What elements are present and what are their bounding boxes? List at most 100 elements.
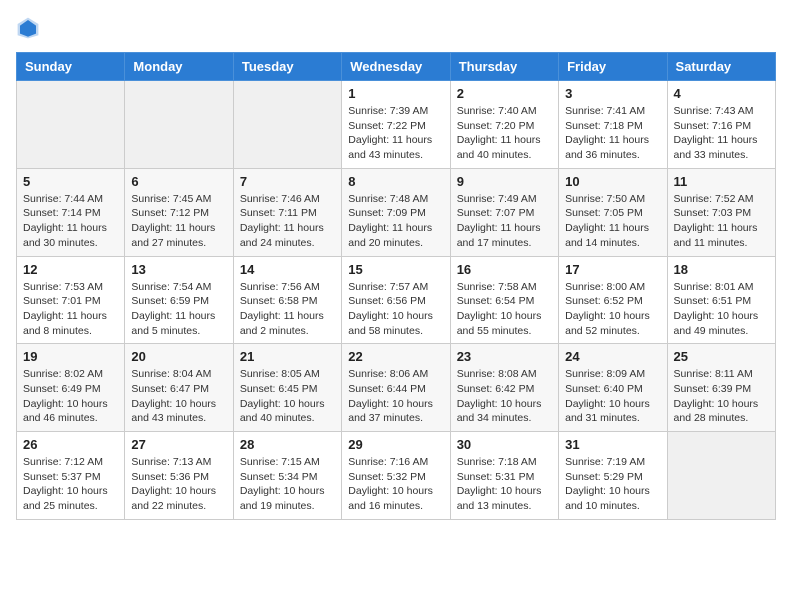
calendar-day-cell: 6 Sunrise: 7:45 AM Sunset: 7:12 PM Daylig… <box>125 168 233 256</box>
day-number: 24 <box>565 349 660 364</box>
calendar-week-row: 26 Sunrise: 7:12 AM Sunset: 5:37 PM Dayli… <box>17 432 776 520</box>
calendar-day-cell: 30 Sunrise: 7:18 AM Sunset: 5:31 PM Dayli… <box>450 432 558 520</box>
day-info: Sunrise: 7:41 AM Sunset: 7:18 PM Dayligh… <box>565 104 660 163</box>
calendar-week-row: 1 Sunrise: 7:39 AM Sunset: 7:22 PM Daylig… <box>17 81 776 169</box>
day-number: 22 <box>348 349 443 364</box>
day-info: Sunrise: 7:48 AM Sunset: 7:09 PM Dayligh… <box>348 192 443 251</box>
calendar-day-cell <box>125 81 233 169</box>
day-number: 25 <box>674 349 769 364</box>
day-info: Sunrise: 7:52 AM Sunset: 7:03 PM Dayligh… <box>674 192 769 251</box>
calendar-day-cell: 29 Sunrise: 7:16 AM Sunset: 5:32 PM Dayli… <box>342 432 450 520</box>
day-number: 8 <box>348 174 443 189</box>
page-header <box>16 16 776 40</box>
calendar-day-cell: 7 Sunrise: 7:46 AM Sunset: 7:11 PM Daylig… <box>233 168 341 256</box>
day-info: Sunrise: 8:11 AM Sunset: 6:39 PM Dayligh… <box>674 367 769 426</box>
day-of-week-header: Saturday <box>667 53 775 81</box>
day-number: 4 <box>674 86 769 101</box>
calendar-day-cell <box>667 432 775 520</box>
day-number: 1 <box>348 86 443 101</box>
day-info: Sunrise: 7:45 AM Sunset: 7:12 PM Dayligh… <box>131 192 226 251</box>
calendar-table: SundayMondayTuesdayWednesdayThursdayFrid… <box>16 52 776 520</box>
day-number: 28 <box>240 437 335 452</box>
calendar-day-cell: 14 Sunrise: 7:56 AM Sunset: 6:58 PM Dayli… <box>233 256 341 344</box>
day-number: 6 <box>131 174 226 189</box>
day-info: Sunrise: 7:54 AM Sunset: 6:59 PM Dayligh… <box>131 280 226 339</box>
calendar-day-cell: 12 Sunrise: 7:53 AM Sunset: 7:01 PM Dayli… <box>17 256 125 344</box>
day-info: Sunrise: 7:19 AM Sunset: 5:29 PM Dayligh… <box>565 455 660 514</box>
calendar-day-cell: 20Sunrise: 8:04 AM Sunset: 6:47 PM Dayli… <box>125 344 233 432</box>
day-info: Sunrise: 7:15 AM Sunset: 5:34 PM Dayligh… <box>240 455 335 514</box>
day-number: 14 <box>240 262 335 277</box>
day-number: 2 <box>457 86 552 101</box>
day-number: 17 <box>565 262 660 277</box>
day-info: Sunrise: 7:49 AM Sunset: 7:07 PM Dayligh… <box>457 192 552 251</box>
day-of-week-header: Sunday <box>17 53 125 81</box>
calendar-day-cell: 17Sunrise: 8:00 AM Sunset: 6:52 PM Dayli… <box>559 256 667 344</box>
day-number: 26 <box>23 437 118 452</box>
calendar-day-cell: 31 Sunrise: 7:19 AM Sunset: 5:29 PM Dayli… <box>559 432 667 520</box>
calendar-header-row: SundayMondayTuesdayWednesdayThursdayFrid… <box>17 53 776 81</box>
day-number: 29 <box>348 437 443 452</box>
calendar-day-cell: 18 Sunrise: 8:01 AM Sunset: 6:51 PM Dayli… <box>667 256 775 344</box>
day-number: 16 <box>457 262 552 277</box>
day-of-week-header: Thursday <box>450 53 558 81</box>
day-number: 27 <box>131 437 226 452</box>
day-info: Sunrise: 8:09 AM Sunset: 6:40 PM Dayligh… <box>565 367 660 426</box>
day-info: Sunrise: 7:18 AM Sunset: 5:31 PM Dayligh… <box>457 455 552 514</box>
calendar-day-cell: 9 Sunrise: 7:49 AM Sunset: 7:07 PM Daylig… <box>450 168 558 256</box>
calendar-day-cell: 11Sunrise: 7:52 AM Sunset: 7:03 PM Dayli… <box>667 168 775 256</box>
day-number: 21 <box>240 349 335 364</box>
day-number: 7 <box>240 174 335 189</box>
calendar-day-cell: 15 Sunrise: 7:57 AM Sunset: 6:56 PM Dayli… <box>342 256 450 344</box>
day-info: Sunrise: 8:08 AM Sunset: 6:42 PM Dayligh… <box>457 367 552 426</box>
calendar-day-cell: 8 Sunrise: 7:48 AM Sunset: 7:09 PM Daylig… <box>342 168 450 256</box>
day-number: 18 <box>674 262 769 277</box>
day-info: Sunrise: 7:58 AM Sunset: 6:54 PM Dayligh… <box>457 280 552 339</box>
calendar-day-cell <box>233 81 341 169</box>
day-number: 31 <box>565 437 660 452</box>
calendar-day-cell: 10Sunrise: 7:50 AM Sunset: 7:05 PM Dayli… <box>559 168 667 256</box>
day-info: Sunrise: 7:50 AM Sunset: 7:05 PM Dayligh… <box>565 192 660 251</box>
logo <box>16 16 44 40</box>
day-info: Sunrise: 8:01 AM Sunset: 6:51 PM Dayligh… <box>674 280 769 339</box>
day-info: Sunrise: 7:12 AM Sunset: 5:37 PM Dayligh… <box>23 455 118 514</box>
calendar-day-cell <box>17 81 125 169</box>
day-number: 30 <box>457 437 552 452</box>
day-info: Sunrise: 7:56 AM Sunset: 6:58 PM Dayligh… <box>240 280 335 339</box>
day-info: Sunrise: 7:44 AM Sunset: 7:14 PM Dayligh… <box>23 192 118 251</box>
day-number: 15 <box>348 262 443 277</box>
calendar-day-cell: 2 Sunrise: 7:40 AM Sunset: 7:20 PM Daylig… <box>450 81 558 169</box>
day-info: Sunrise: 7:13 AM Sunset: 5:36 PM Dayligh… <box>131 455 226 514</box>
logo-icon <box>16 16 40 40</box>
day-info: Sunrise: 8:05 AM Sunset: 6:45 PM Dayligh… <box>240 367 335 426</box>
day-of-week-header: Tuesday <box>233 53 341 81</box>
calendar-week-row: 19Sunrise: 8:02 AM Sunset: 6:49 PM Dayli… <box>17 344 776 432</box>
day-info: Sunrise: 7:16 AM Sunset: 5:32 PM Dayligh… <box>348 455 443 514</box>
day-number: 9 <box>457 174 552 189</box>
day-info: Sunrise: 7:40 AM Sunset: 7:20 PM Dayligh… <box>457 104 552 163</box>
calendar-day-cell: 13 Sunrise: 7:54 AM Sunset: 6:59 PM Dayli… <box>125 256 233 344</box>
day-of-week-header: Friday <box>559 53 667 81</box>
day-number: 12 <box>23 262 118 277</box>
day-info: Sunrise: 7:57 AM Sunset: 6:56 PM Dayligh… <box>348 280 443 339</box>
day-info: Sunrise: 7:39 AM Sunset: 7:22 PM Dayligh… <box>348 104 443 163</box>
calendar-day-cell: 23Sunrise: 8:08 AM Sunset: 6:42 PM Dayli… <box>450 344 558 432</box>
day-info: Sunrise: 8:06 AM Sunset: 6:44 PM Dayligh… <box>348 367 443 426</box>
day-info: Sunrise: 8:02 AM Sunset: 6:49 PM Dayligh… <box>23 367 118 426</box>
calendar-day-cell: 24 Sunrise: 8:09 AM Sunset: 6:40 PM Dayli… <box>559 344 667 432</box>
calendar-day-cell: 16 Sunrise: 7:58 AM Sunset: 6:54 PM Dayli… <box>450 256 558 344</box>
calendar-day-cell: 19Sunrise: 8:02 AM Sunset: 6:49 PM Dayli… <box>17 344 125 432</box>
calendar-day-cell: 25 Sunrise: 8:11 AM Sunset: 6:39 PM Dayli… <box>667 344 775 432</box>
calendar-day-cell: 26 Sunrise: 7:12 AM Sunset: 5:37 PM Dayli… <box>17 432 125 520</box>
calendar-day-cell: 28 Sunrise: 7:15 AM Sunset: 5:34 PM Dayli… <box>233 432 341 520</box>
day-of-week-header: Wednesday <box>342 53 450 81</box>
day-info: Sunrise: 7:46 AM Sunset: 7:11 PM Dayligh… <box>240 192 335 251</box>
calendar-week-row: 12 Sunrise: 7:53 AM Sunset: 7:01 PM Dayli… <box>17 256 776 344</box>
calendar-day-cell: 1 Sunrise: 7:39 AM Sunset: 7:22 PM Daylig… <box>342 81 450 169</box>
calendar-week-row: 5Sunrise: 7:44 AM Sunset: 7:14 PM Daylig… <box>17 168 776 256</box>
calendar-day-cell: 3Sunrise: 7:41 AM Sunset: 7:18 PM Daylig… <box>559 81 667 169</box>
calendar-day-cell: 22 Sunrise: 8:06 AM Sunset: 6:44 PM Dayli… <box>342 344 450 432</box>
day-info: Sunrise: 7:53 AM Sunset: 7:01 PM Dayligh… <box>23 280 118 339</box>
day-info: Sunrise: 7:43 AM Sunset: 7:16 PM Dayligh… <box>674 104 769 163</box>
day-number: 13 <box>131 262 226 277</box>
